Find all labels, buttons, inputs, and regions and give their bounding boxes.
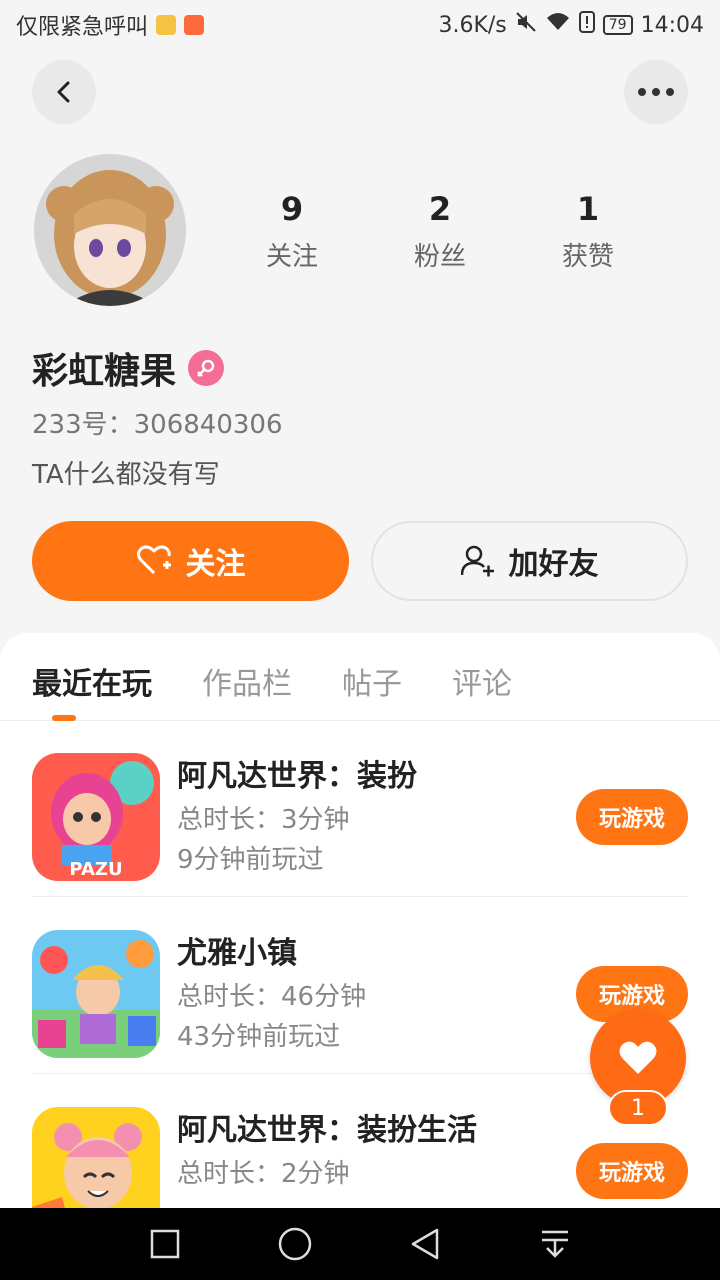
like-count-badge: 1	[608, 1090, 668, 1126]
video-app-icon	[184, 15, 205, 35]
tab-bar: 最近在玩 作品栏 帖子 评论	[0, 633, 720, 721]
user-id: 233号：306840306	[32, 410, 283, 440]
add-friend-button[interactable]: 加好友	[371, 521, 688, 601]
pazu-game-icon: PAZU	[32, 753, 160, 881]
follow-label: 关注	[185, 547, 246, 582]
battery-icon: 79	[602, 15, 633, 35]
triangle-back-icon	[411, 1228, 439, 1260]
female-gender-icon	[188, 350, 225, 386]
game-name: 阿凡达世界：装扮	[177, 759, 417, 794]
home-button[interactable]	[275, 1224, 315, 1264]
network-speed: 3.6K/s	[438, 12, 507, 38]
profile-stats: 9 关注 2 粉丝 1 获赞	[218, 190, 662, 273]
wifi-icon	[545, 12, 571, 38]
circle-icon	[278, 1227, 312, 1261]
game-duration: 总时长：3分钟	[177, 805, 350, 835]
town-game-icon	[32, 930, 160, 1058]
stat-likes[interactable]: 1 获赞	[514, 190, 662, 273]
following-count: 9	[280, 190, 304, 228]
tab-posts[interactable]: 帖子	[342, 633, 402, 720]
username: 彩虹糖果	[32, 351, 177, 392]
game-list-item[interactable]: 尤雅小镇 总时长：46分钟 43分钟前玩过 玩游戏	[32, 898, 688, 1074]
avatar-life-game-icon	[32, 1107, 160, 1208]
clock: 14:04	[640, 12, 704, 38]
svg-text:PAZU: PAZU	[69, 859, 122, 880]
likes-count: 1	[576, 190, 600, 228]
heart-icon	[619, 1041, 657, 1074]
status-bar: 仅限紧急呼叫 3.6K/s 79 14:04	[0, 0, 720, 50]
play-game-button[interactable]: 玩游戏	[576, 789, 688, 845]
game-last-played: 43分钟前玩过	[177, 1022, 341, 1052]
following-label: 关注	[265, 242, 318, 272]
system-navigation-bar	[0, 1208, 720, 1280]
avatar[interactable]	[34, 154, 186, 306]
notification-pull-button[interactable]	[535, 1224, 575, 1264]
game-name: 阿凡达世界：装扮生活	[177, 1113, 477, 1148]
tab-recently-played[interactable]: 最近在玩	[32, 633, 152, 720]
chevron-left-icon	[57, 81, 70, 103]
ellipsis-icon	[638, 88, 674, 96]
square-icon	[150, 1229, 180, 1259]
tab-works[interactable]: 作品栏	[202, 633, 292, 720]
sim-card-icon	[156, 15, 177, 35]
recent-apps-button[interactable]	[145, 1224, 185, 1264]
likes-label: 获赞	[561, 242, 614, 272]
fans-label: 粉丝	[413, 242, 466, 272]
game-name: 尤雅小镇	[177, 936, 297, 971]
play-game-button[interactable]: 玩游戏	[576, 1143, 688, 1199]
stat-fans[interactable]: 2 粉丝	[366, 190, 514, 273]
game-last-played: 9分钟前玩过	[177, 845, 324, 875]
follow-button[interactable]: 关注	[32, 521, 349, 601]
username-row: 彩虹糖果	[32, 342, 225, 394]
back-button[interactable]	[32, 60, 96, 124]
game-duration: 总时长：46分钟	[177, 982, 367, 1012]
game-list-item[interactable]: 阿凡达世界：装扮生活 总时长：2分钟 玩游戏	[32, 1075, 688, 1208]
pull-down-icon	[542, 1230, 568, 1258]
heart-plus-icon	[136, 545, 171, 575]
mute-icon	[515, 11, 537, 39]
carrier-text: 仅限紧急呼叫	[16, 15, 149, 40]
tab-comments[interactable]: 评论	[452, 633, 512, 720]
game-duration: 总时长：2分钟	[177, 1159, 350, 1189]
add-user-icon	[460, 545, 494, 577]
content-panel: 最近在玩 作品栏 帖子 评论 PAZU 阿凡达世界：装扮 总时长：3分钟 9分钟…	[0, 633, 720, 1208]
game-list-item[interactable]: PAZU 阿凡达世界：装扮 总时长：3分钟 9分钟前玩过 玩游戏	[32, 721, 688, 897]
bio: TA什么都没有写	[32, 460, 220, 490]
add-friend-label: 加好友	[508, 547, 599, 582]
stat-following[interactable]: 9 关注	[218, 190, 366, 273]
back-nav-button[interactable]	[405, 1224, 445, 1264]
fans-count: 2	[428, 190, 452, 228]
more-options-button[interactable]	[624, 60, 688, 124]
alert-icon	[578, 11, 595, 39]
